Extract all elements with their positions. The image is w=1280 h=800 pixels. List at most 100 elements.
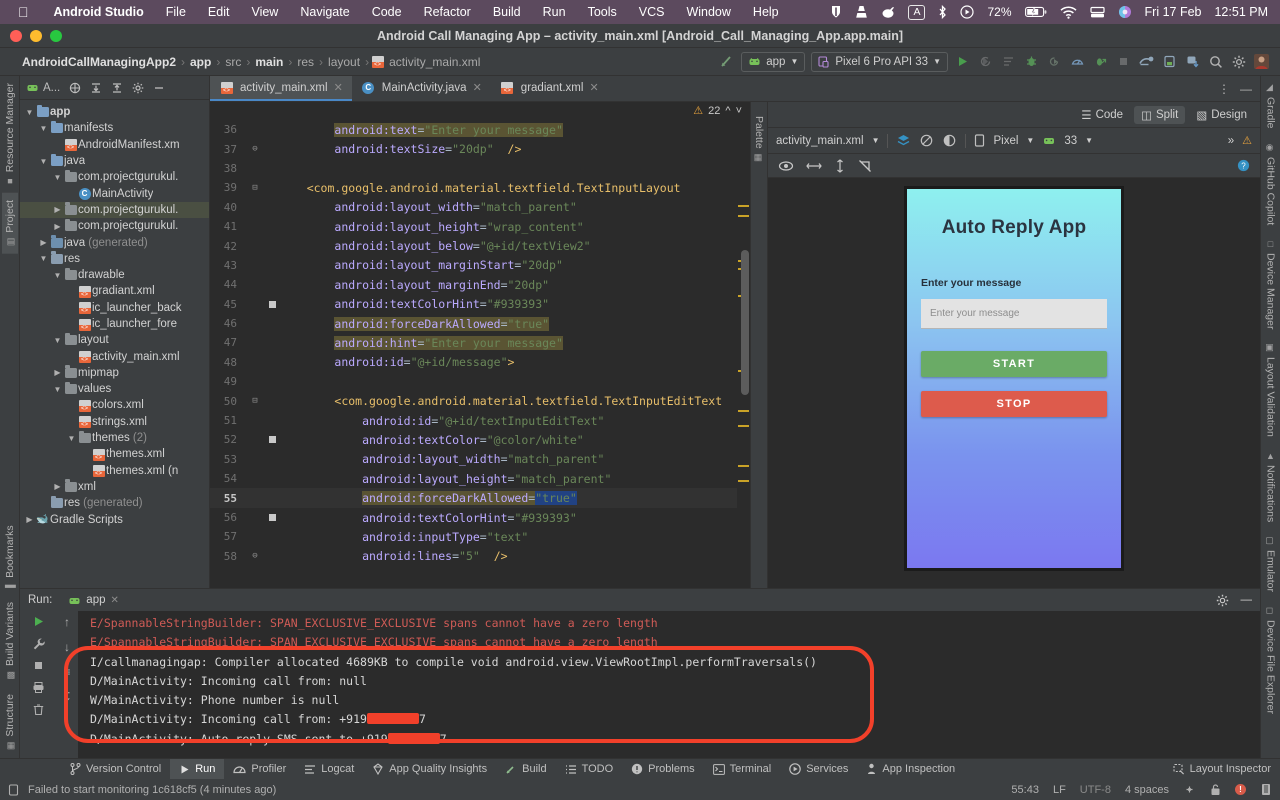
breadcrumb-main[interactable]: main	[251, 55, 287, 69]
start-button[interactable]: START	[921, 351, 1107, 377]
toolwin-build[interactable]: Build	[496, 759, 555, 780]
stop-icon[interactable]	[32, 659, 45, 672]
menubar-time[interactable]: 12:51 PM	[1214, 5, 1268, 19]
tunnelblick-icon[interactable]	[881, 5, 895, 19]
lock-icon[interactable]	[1210, 783, 1221, 796]
chevron-down-icon[interactable]: ▼	[52, 271, 63, 280]
console-output[interactable]: E/SpannableStringBuilder: SPAN_EXCLUSIVE…	[78, 611, 1260, 758]
tree-node[interactable]: ▼ java	[20, 153, 209, 169]
chevron-right-icon[interactable]: ▶	[52, 222, 63, 231]
chevron-down-icon[interactable]: ▼	[52, 173, 63, 182]
close-icon[interactable]: ✕	[589, 81, 598, 94]
code-line[interactable]: 55 android:forceDarkAllowed="true"	[210, 488, 750, 508]
rail-item-device-manager[interactable]: □ Device Manager	[1263, 232, 1279, 336]
chevron-down-icon[interactable]: ▼	[1026, 136, 1034, 145]
apple-logo-icon[interactable]: 	[8, 5, 43, 19]
scroll-end-icon[interactable]: ↧	[62, 690, 72, 704]
prev-problem-icon[interactable]: ^	[725, 105, 730, 117]
sdk-update-icon[interactable]	[1184, 53, 1201, 70]
wrench-icon[interactable]	[32, 637, 45, 650]
toolwin-services[interactable]: Services	[780, 759, 857, 780]
tree-node[interactable]: AndroidManifest.xm	[20, 137, 209, 153]
menu-view[interactable]: View	[240, 5, 289, 19]
bitwarden-icon[interactable]	[830, 5, 842, 19]
fold-end-icon[interactable]: ⊖	[245, 551, 265, 561]
run-icon[interactable]	[954, 53, 971, 70]
screen-record-icon[interactable]	[960, 5, 975, 19]
vertical-align-icon[interactable]	[834, 158, 846, 173]
toolwin-problems[interactable]: Problems	[622, 759, 703, 780]
breadcrumb-app[interactable]: app	[186, 55, 215, 69]
file-encoding[interactable]: UTF-8	[1080, 784, 1111, 796]
tree-node[interactable]: ▼ com.projectgurukul.	[20, 169, 209, 185]
breadcrumb-file[interactable]: activity_main.xml	[385, 55, 484, 69]
help-icon[interactable]: ?	[1237, 159, 1250, 172]
toolwin-version-control[interactable]: Version Control	[0, 759, 170, 780]
minimize-window-button[interactable]	[30, 29, 42, 42]
code-line[interactable]: 40 android:layout_width="match_parent"	[210, 198, 750, 217]
debug-icon[interactable]	[1023, 53, 1040, 70]
tree-node[interactable]: ▶ mipmap	[20, 365, 209, 381]
rail-item-emulator[interactable]: ▢ Emulator	[1263, 529, 1279, 599]
tree-node[interactable]: themes.xml	[20, 446, 209, 462]
mode-split[interactable]: ◫ Split	[1134, 105, 1186, 124]
maximize-window-button[interactable]	[50, 29, 62, 42]
rail-item-notifications[interactable]: ▲ Notifications	[1263, 444, 1279, 529]
tree-node[interactable]: ▶ xml	[20, 479, 209, 495]
inspection-widget[interactable]: ⚠ 22 ^ ˅	[693, 104, 742, 118]
stop-icon[interactable]	[1115, 53, 1132, 70]
chevron-right-icon[interactable]: ▶	[52, 368, 63, 377]
menu-navigate[interactable]: Navigate	[289, 5, 360, 19]
menu-app-name[interactable]: Android Studio	[43, 5, 155, 19]
code-line[interactable]: 47 android:hint="Enter your message"	[210, 333, 750, 352]
battery-icon[interactable]	[1024, 6, 1047, 18]
rail-item-gradle[interactable]: ◢ Gradle	[1263, 76, 1279, 136]
code-line[interactable]: 49	[210, 372, 750, 391]
tree-node[interactable]: ▼ res	[20, 251, 209, 267]
orientation-icon[interactable]	[919, 133, 934, 148]
settings-icon[interactable]	[1216, 594, 1229, 607]
search-icon[interactable]	[1207, 53, 1224, 70]
tree-node[interactable]: ▼ manifests	[20, 120, 209, 136]
menu-edit[interactable]: Edit	[197, 5, 241, 19]
tree-node[interactable]: colors.xml	[20, 397, 209, 413]
mode-code[interactable]: ☰ Code	[1074, 106, 1130, 124]
chevron-right-icon[interactable]: ▶	[24, 515, 35, 524]
avd-icon[interactable]	[1161, 53, 1178, 70]
tree-node[interactable]: themes.xml (n	[20, 463, 209, 479]
caret-position[interactable]: 55:43	[1011, 784, 1039, 796]
tree-node[interactable]: res (generated)	[20, 495, 209, 511]
input-source-icon[interactable]: A	[908, 4, 926, 20]
menu-tools[interactable]: Tools	[577, 5, 628, 19]
fold-end-icon[interactable]: ⊖	[245, 144, 265, 154]
indent-setting[interactable]: 4 spaces	[1125, 784, 1169, 796]
bluetooth-icon[interactable]	[938, 5, 947, 19]
code-line[interactable]: 54 android:layout_height="match_parent"	[210, 469, 750, 488]
tree-node[interactable]: activity_main.xml	[20, 348, 209, 364]
chevron-down-icon[interactable]: ▼	[38, 124, 49, 133]
expand-all-icon[interactable]	[90, 82, 102, 94]
profiler-icon[interactable]	[1069, 53, 1086, 70]
breadcrumb-layout[interactable]: layout	[324, 55, 364, 69]
settings-icon[interactable]	[1230, 53, 1247, 70]
preview-device-label[interactable]: Pixel	[993, 135, 1018, 147]
tab-activity-main-xml[interactable]: activity_main.xml ✕	[210, 76, 352, 101]
rail-item-build-variants[interactable]: ▩ Build Variants	[2, 595, 18, 687]
design-surface-icon[interactable]	[896, 133, 911, 148]
error-icon[interactable]: !	[1235, 784, 1246, 795]
stop-button[interactable]: STOP	[921, 391, 1107, 417]
rail-item-layout-validation[interactable]: ▣ Layout Validation	[1263, 336, 1279, 444]
menu-code[interactable]: Code	[361, 5, 413, 19]
chevron-down-icon[interactable]: ▼	[66, 434, 77, 443]
close-window-button[interactable]	[10, 29, 22, 42]
scroll-up-icon[interactable]: ↑	[64, 615, 70, 629]
code-line[interactable]: 50 ⊟ <com.google.android.material.textfie…	[210, 391, 750, 410]
code-line[interactable]: 43 android:layout_marginStart="20dp"	[210, 256, 750, 275]
rail-item-bookmarks[interactable]: ▌ Bookmarks	[2, 518, 18, 595]
toolwin-todo[interactable]: TODO	[556, 759, 623, 780]
tree-node[interactable]: ▶ java (generated)	[20, 234, 209, 250]
toolwin-logcat[interactable]: Logcat	[295, 759, 363, 780]
toolwin-app-inspection[interactable]: App Inspection	[857, 759, 964, 780]
scroll-down-icon[interactable]: ↓	[64, 640, 70, 654]
overflow-icon[interactable]: »	[1228, 135, 1234, 147]
